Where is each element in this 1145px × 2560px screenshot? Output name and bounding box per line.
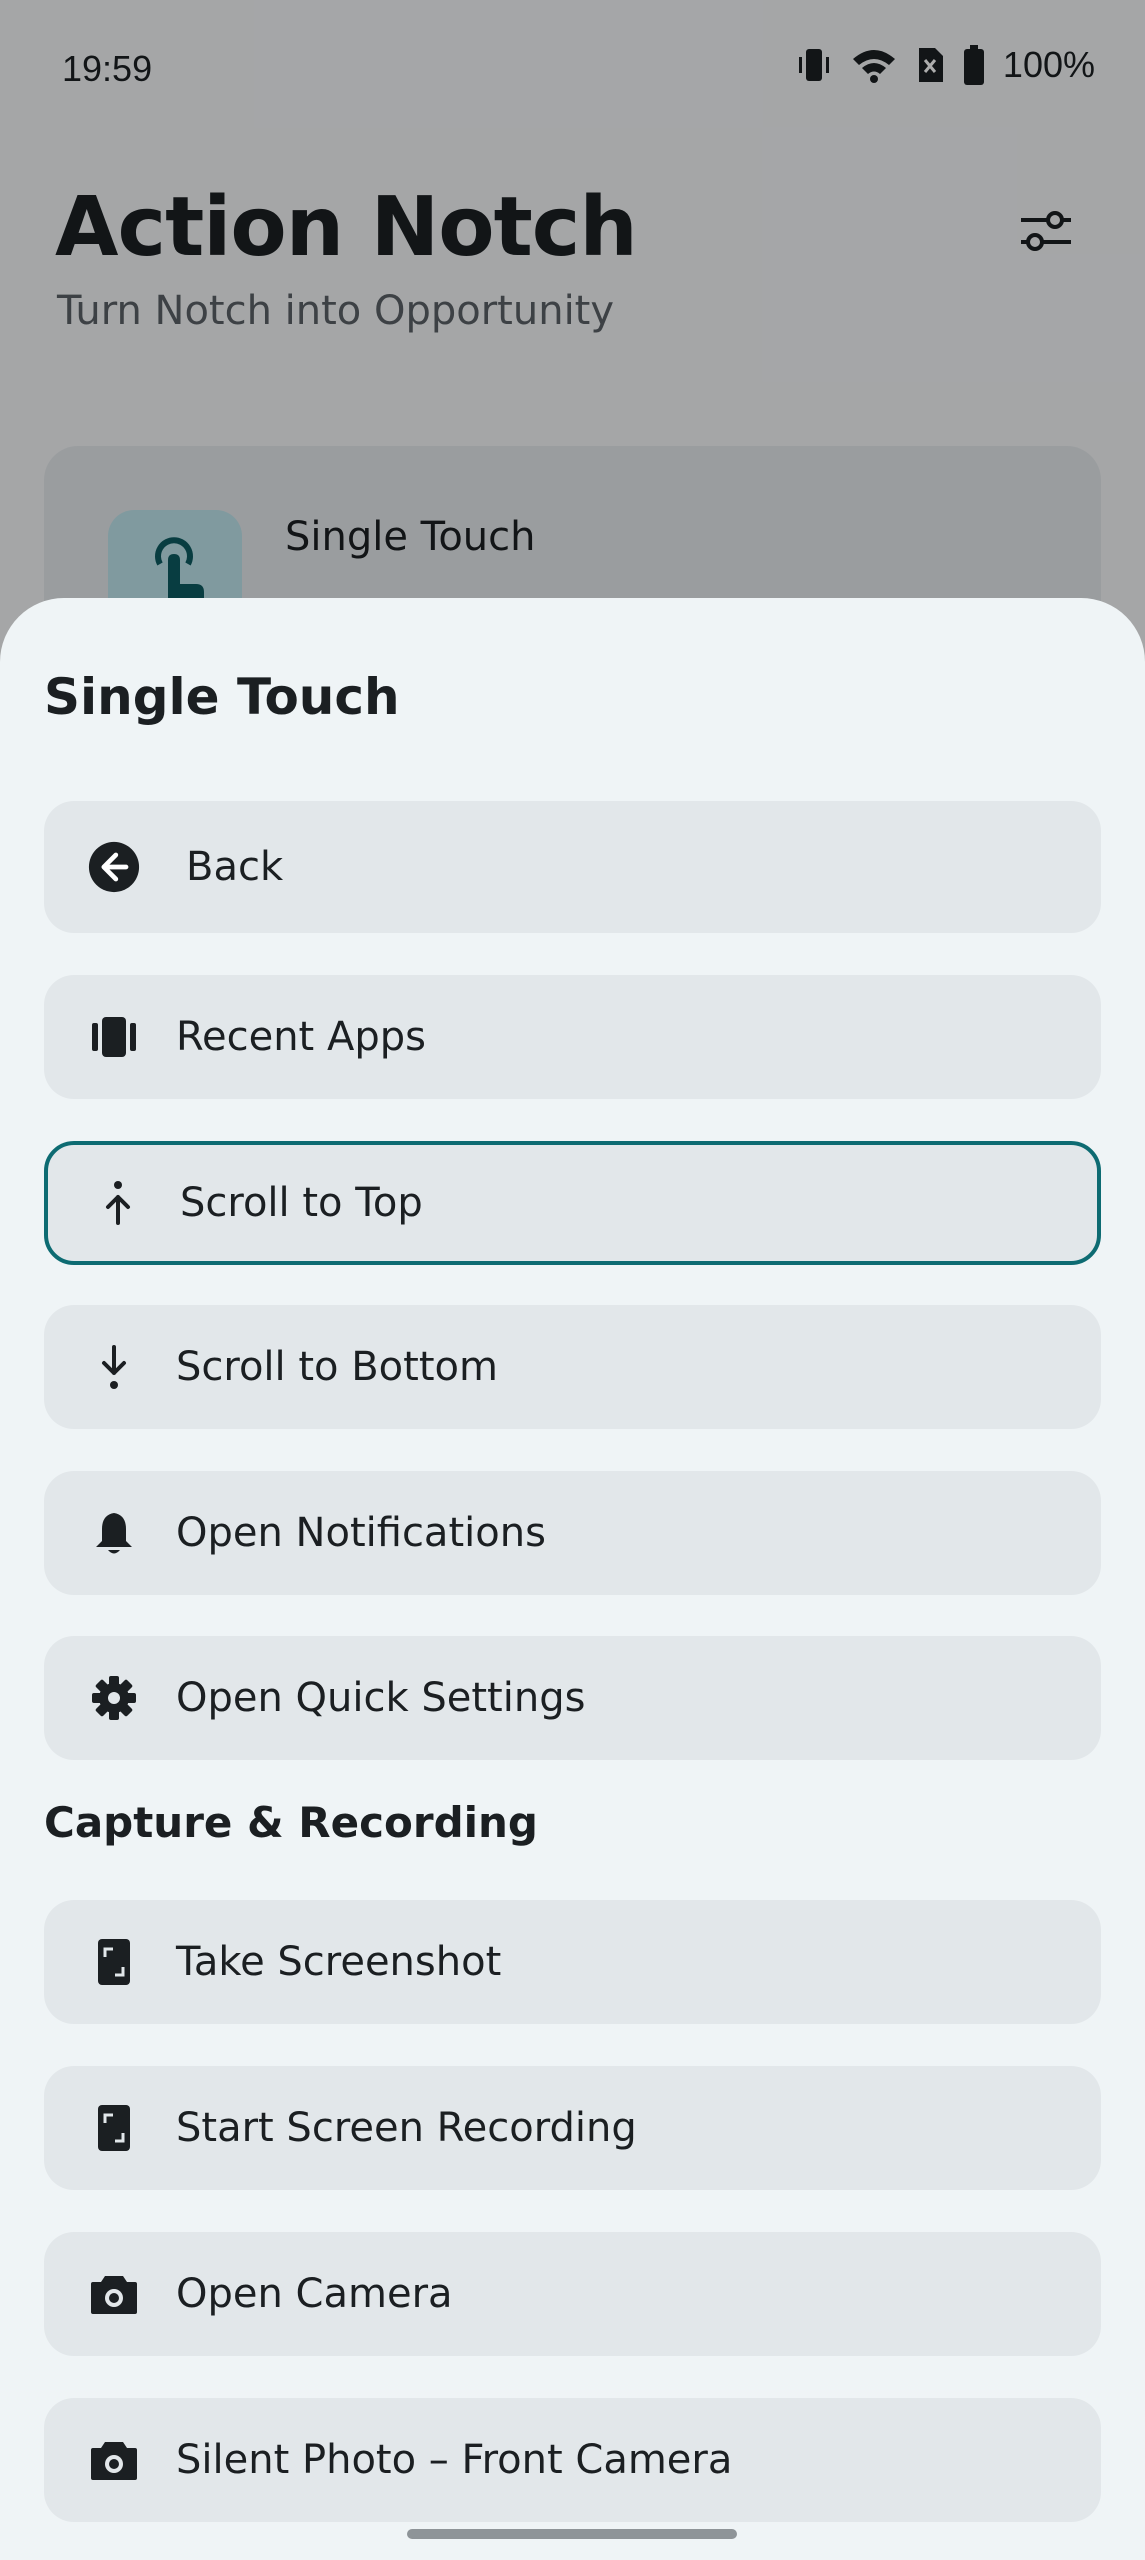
option-take-screenshot[interactable]: Take Screenshot — [44, 1900, 1101, 2024]
recent-apps-icon — [88, 1011, 140, 1063]
camera-icon — [88, 2268, 140, 2320]
option-open-quick-settings[interactable]: Open Quick Settings — [44, 1636, 1101, 1760]
section-title-capture: Capture & Recording — [44, 1798, 538, 1847]
option-label: Take Screenshot — [176, 1939, 502, 1985]
gear-icon — [88, 1672, 140, 1724]
screen-record-icon — [88, 2102, 140, 2154]
option-recent-apps[interactable]: Recent Apps — [44, 975, 1101, 1099]
option-back[interactable]: Back — [44, 801, 1101, 933]
action-bottom-sheet: Single Touch Back Recent Apps Scroll to … — [0, 598, 1145, 2560]
option-label: Open Notifications — [176, 1510, 546, 1556]
arrow-up-icon — [92, 1177, 144, 1229]
option-open-camera[interactable]: Open Camera — [44, 2232, 1101, 2356]
arrow-down-icon — [88, 1341, 140, 1393]
option-label: Open Quick Settings — [176, 1675, 586, 1721]
back-arrow-icon — [88, 841, 140, 893]
option-open-notifications[interactable]: Open Notifications — [44, 1471, 1101, 1595]
option-start-screen-recording[interactable]: Start Screen Recording — [44, 2066, 1101, 2190]
option-label: Back — [186, 844, 284, 890]
option-silent-photo-front-camera[interactable]: Silent Photo – Front Camera — [44, 2398, 1101, 2522]
option-label: Open Camera — [176, 2271, 453, 2317]
option-label: Start Screen Recording — [176, 2105, 637, 2151]
option-scroll-to-bottom[interactable]: Scroll to Bottom — [44, 1305, 1101, 1429]
sheet-title: Single Touch — [44, 668, 400, 726]
home-indicator[interactable] — [407, 2529, 737, 2539]
option-label: Recent Apps — [176, 1014, 426, 1060]
option-scroll-to-top[interactable]: Scroll to Top — [44, 1141, 1101, 1265]
camera-icon — [88, 2434, 140, 2486]
option-label: Scroll to Bottom — [176, 1344, 498, 1390]
option-label: Silent Photo – Front Camera — [176, 2437, 733, 2483]
bell-icon — [88, 1507, 140, 1559]
option-label: Scroll to Top — [180, 1180, 423, 1226]
screenshot-icon — [88, 1936, 140, 1988]
